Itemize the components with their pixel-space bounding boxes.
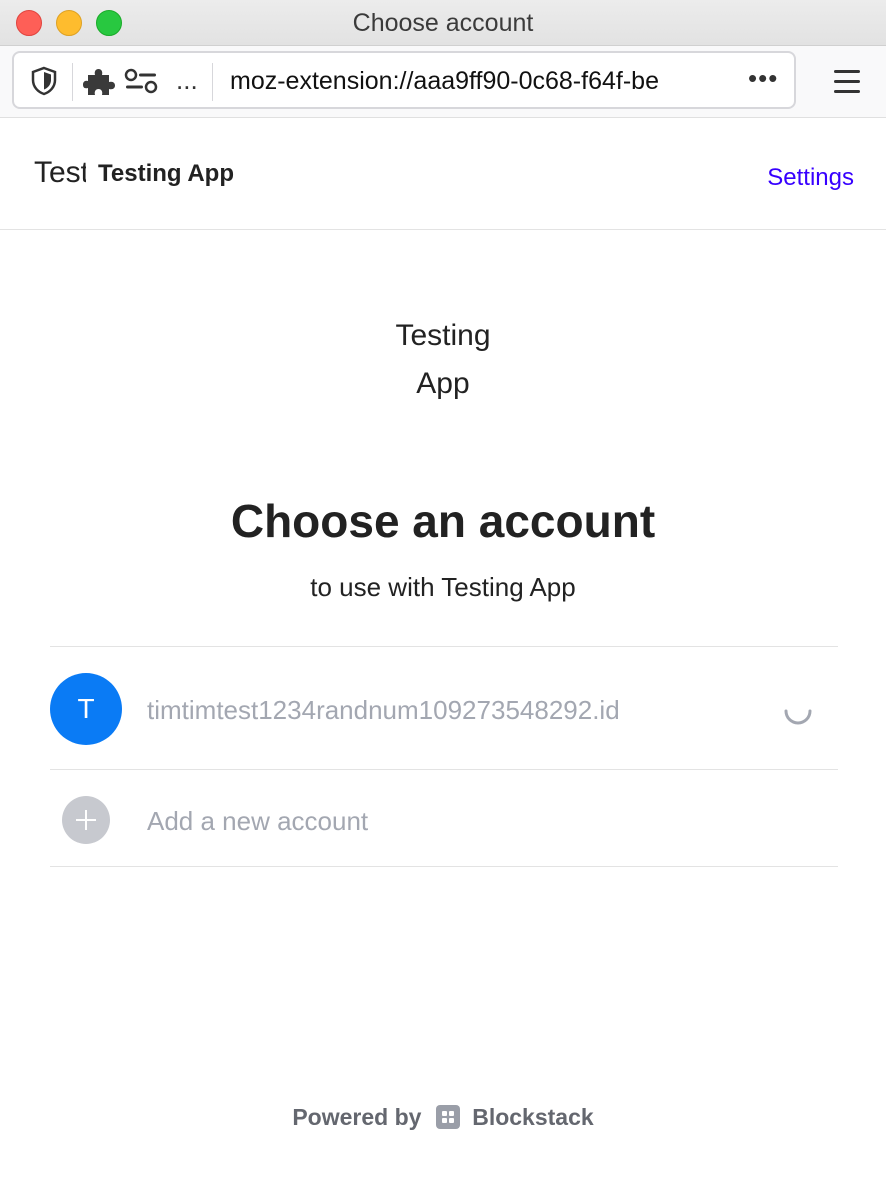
powered-by-text: Powered by xyxy=(292,1104,422,1130)
url-bar-divider xyxy=(212,63,213,101)
url-bar-divider xyxy=(72,63,73,101)
url-text[interactable]: moz-extension://aaa9ff90-0c68-f64f-be xyxy=(230,67,750,96)
settings-link[interactable]: Settings xyxy=(767,164,854,192)
list-divider xyxy=(50,866,838,867)
app-icon-line: Testing xyxy=(395,319,491,352)
account-list: T timtimtest1234randnum109273548292.id A… xyxy=(50,646,838,867)
loading-spinner-icon xyxy=(784,709,812,725)
page-subtitle: to use with Testing App xyxy=(310,572,576,602)
hamburger-menu-icon[interactable] xyxy=(828,62,868,102)
permissions-icon[interactable] xyxy=(124,67,158,95)
window-titlebar: Choose account xyxy=(0,0,886,46)
app-logo: Testing App xyxy=(34,156,86,189)
browser-toolbar: ... moz-extension://aaa9ff90-0c68-f64f-b… xyxy=(0,46,886,118)
account-username: timtimtest1234randnum109273548292.id xyxy=(147,695,620,725)
blockstack-logo-icon xyxy=(435,1105,460,1129)
account-row[interactable]: T timtimtest1234randnum109273548292.id xyxy=(50,647,838,769)
app-icon-line: App xyxy=(416,367,470,400)
app-icon: Testing App xyxy=(0,312,886,408)
app-header: Testing App Testing App Settings xyxy=(0,118,886,230)
url-bar[interactable]: ... moz-extension://aaa9ff90-0c68-f64f-b… xyxy=(12,51,796,109)
shield-icon[interactable] xyxy=(28,65,60,97)
page-title: Choose an account xyxy=(230,495,656,547)
app-name: Testing App xyxy=(98,160,234,187)
extension-puzzle-icon[interactable] xyxy=(82,63,118,99)
add-account-row[interactable]: Add a new account xyxy=(50,770,838,866)
plus-icon xyxy=(62,796,110,844)
add-account-label: Add a new account xyxy=(147,806,369,836)
page-actions-icon[interactable]: ••• xyxy=(748,63,778,94)
window-title: Choose account xyxy=(352,9,534,37)
overflow-ellipsis[interactable]: ... xyxy=(176,65,198,96)
avatar: T xyxy=(50,673,122,745)
blockstack-brand[interactable]: Blockstack xyxy=(472,1104,593,1130)
footer: Powered by Blockstack xyxy=(0,1104,886,1131)
